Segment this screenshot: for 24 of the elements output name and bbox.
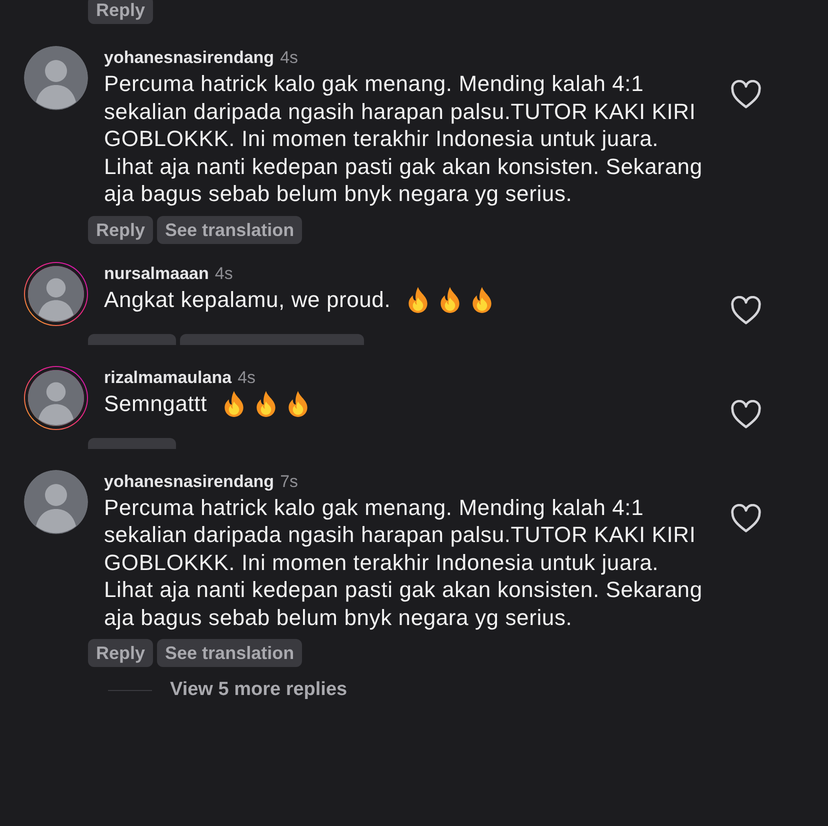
- heart-icon[interactable]: [730, 504, 762, 534]
- username[interactable]: rizalmamaulana: [104, 368, 232, 388]
- comment-text: Percuma hatrick kalo gak menang. Mending kalah 4:1 sekalian daripada ngasih harapan palsu.TUTOR KAKI KIRI GOBLOKKK. Ini momen terakhir Indonesia untuk juara. Lihat aja nanti kedepan pasti gak akan konsisten. Sekarang aja bagus sebab belum bnyk negara yg serius.: [104, 494, 704, 631]
- reply-button[interactable]: Reply: [88, 216, 154, 244]
- heart-icon[interactable]: [730, 400, 762, 430]
- username[interactable]: nursalmaaan: [104, 264, 209, 284]
- comment-text: Percuma hatrick kalo gak menang. Mending kalah 4:1 sekalian daripada ngasih harapan palsu.TUTOR KAKI KIRI GOBLOKKK. Ini momen terakhir Indonesia untuk juara. Lihat aja nanti kedepan pasti gak akan konsisten. Sekarang aja bagus sebab belum bnyk negara yg serius.: [104, 70, 704, 208]
- comment-text: Semngattt: [104, 390, 207, 418]
- timestamp: 4s: [214, 264, 233, 284]
- timestamp: 4s: [280, 48, 298, 68]
- avatar-icon[interactable]: [24, 46, 88, 110]
- view-replies-link[interactable]: View 5 more replies: [170, 679, 348, 701]
- username[interactable]: yohanesnasirendang: [104, 472, 274, 492]
- translation-button[interactable]: See translation: [157, 216, 302, 244]
- username[interactable]: yohanesnasirendang: [104, 48, 274, 68]
- avatar-icon[interactable]: [24, 470, 88, 534]
- comment-text: Angkat kepalamu, we proud.: [104, 286, 391, 314]
- translation-button[interactable]: See translation: [157, 639, 302, 667]
- reply-button[interactable]: Reply: [88, 639, 154, 667]
- reply-button[interactable]: Reply: [88, 0, 154, 24]
- timestamp: 4s: [238, 368, 256, 388]
- heart-icon[interactable]: [730, 296, 762, 326]
- timestamp: 7s: [280, 472, 298, 492]
- heart-icon[interactable]: [730, 80, 762, 110]
